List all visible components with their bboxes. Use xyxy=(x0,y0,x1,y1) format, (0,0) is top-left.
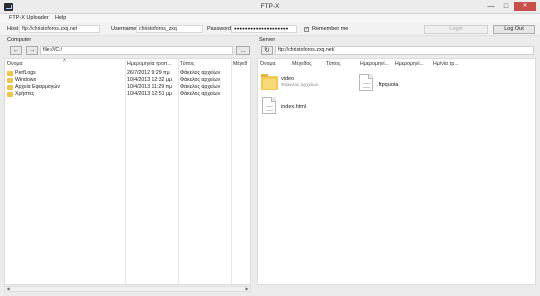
sort-indicator-icon: ˄ xyxy=(63,58,66,64)
file-date: 10/4/2013 12:51 μμ xyxy=(127,91,172,97)
folder-icon xyxy=(7,85,13,90)
item-name: index.html xyxy=(281,104,307,110)
arrow-right-icon: → xyxy=(28,47,36,54)
item-name: video xyxy=(281,76,295,82)
item-name: .ftpquota xyxy=(377,82,399,88)
connection-bar: Host ftp://christoforos.zxq.net Username… xyxy=(0,23,540,36)
file-type: Φάκελος αρχείων xyxy=(180,70,221,76)
server-label: Server xyxy=(259,37,276,43)
file-name: Αρχεία Εφαρμογών xyxy=(15,84,60,90)
computer-label: Computer xyxy=(7,37,32,43)
minimize-button[interactable]: — xyxy=(484,2,498,11)
refresh-icon: ↻ xyxy=(264,47,270,54)
remember-me-label: Remember me xyxy=(312,26,349,32)
file-type: Φάκελος αρχείων xyxy=(180,91,221,97)
refresh-button[interactable]: ↻ xyxy=(261,46,273,55)
column-header-name[interactable]: Όνομα xyxy=(260,61,275,67)
window-title: FTP-X xyxy=(260,3,280,10)
local-path-input[interactable]: file:///C:/ xyxy=(40,46,233,55)
file-name: Windows xyxy=(15,77,37,83)
file-type: Φάκελος αρχείων xyxy=(180,84,221,90)
column-header-date[interactable]: Ημερομηνί... xyxy=(360,61,389,67)
column-header-size[interactable]: Μέγεθος xyxy=(292,61,312,67)
item-type: Φάκελος αρχείων xyxy=(281,83,319,88)
column-header-type[interactable]: Τύπος xyxy=(180,61,194,67)
maximize-button[interactable]: □ xyxy=(499,2,513,11)
file-date: 10/4/2013 11:29 πμ xyxy=(127,84,173,90)
folder-icon xyxy=(261,74,278,90)
file-name: Χρήστες xyxy=(15,91,35,97)
scroll-right-icon[interactable]: ▶ xyxy=(244,287,250,291)
menu-help[interactable]: Help xyxy=(55,15,66,21)
column-header-type[interactable]: Τύπος xyxy=(326,61,340,67)
close-button[interactable]: ✕ xyxy=(514,2,536,11)
browse-button[interactable]: ... xyxy=(236,46,250,55)
file-type: Φάκελος αρχείων xyxy=(180,77,221,83)
menu-bar: FTP-X Uploader Help xyxy=(0,14,540,23)
forward-button[interactable]: → xyxy=(26,46,38,55)
file-name: PerfLogs xyxy=(15,70,36,76)
username-input[interactable]: christoforos_zxq xyxy=(136,25,203,33)
file-date: 10/4/2013 12:32 μμ xyxy=(127,77,172,83)
file-date: 26/7/2012 9:29 πμ xyxy=(127,70,170,76)
back-button[interactable]: ← xyxy=(10,46,22,55)
column-header-date-3[interactable]: Ημ/νία τρ... xyxy=(433,61,459,67)
login-button[interactable]: Login xyxy=(424,25,488,34)
password-label: Password xyxy=(207,26,232,32)
column-header-size[interactable]: Μέγεθ xyxy=(233,61,247,67)
column-header-date-2[interactable]: Ημερομηνί... xyxy=(395,61,424,67)
host-label: Host xyxy=(7,26,19,32)
remember-me-checkbox[interactable]: ✓ xyxy=(304,27,309,32)
column-header-date[interactable]: Ημερομηνία τροπ... xyxy=(127,61,172,67)
file-icon xyxy=(359,74,373,91)
password-input[interactable]: ●●●●●●●●●●●●●●●●●●●● xyxy=(231,25,297,33)
host-input[interactable]: ftp://christoforos.zxq.net xyxy=(19,25,100,33)
folder-icon xyxy=(7,78,13,83)
scroll-left-icon[interactable]: ◀ xyxy=(5,287,11,291)
table-row[interactable]: PerfLogs 26/7/2012 9:29 πμ Φάκελος αρχεί… xyxy=(5,70,250,77)
file-icon xyxy=(262,97,276,114)
folder-icon xyxy=(7,71,13,76)
logout-button[interactable]: Log Out xyxy=(493,25,535,34)
table-row[interactable]: Windows 10/4/2013 12:32 μμ Φάκελος αρχεί… xyxy=(5,77,250,84)
horizontal-scrollbar[interactable]: ◀ ▶ xyxy=(4,286,251,292)
local-file-list[interactable]: Όνομα ˄ Ημερομηνία τροπ... Τύπος Μέγεθ P… xyxy=(4,58,251,285)
folder-icon xyxy=(7,92,13,97)
table-row[interactable]: Χρήστες 10/4/2013 12:51 μμ Φάκελος αρχεί… xyxy=(5,91,250,98)
title-bar: FTP-X — □ ✕ xyxy=(0,0,540,14)
username-label: Username xyxy=(111,26,137,32)
server-file-list[interactable]: Όνομα Μέγεθος Τύπος Ημερομηνί... Ημερομη… xyxy=(257,58,536,285)
arrow-left-icon: ← xyxy=(12,47,20,54)
column-header-name[interactable]: Όνομα xyxy=(7,61,22,67)
server-path-input[interactable]: ftp://christoforos.zxq.net/ xyxy=(275,46,534,55)
menu-ftpx-uploader[interactable]: FTP-X Uploader xyxy=(9,15,49,21)
table-row[interactable]: Αρχεία Εφαρμογών 10/4/2013 11:29 πμ Φάκε… xyxy=(5,84,250,91)
